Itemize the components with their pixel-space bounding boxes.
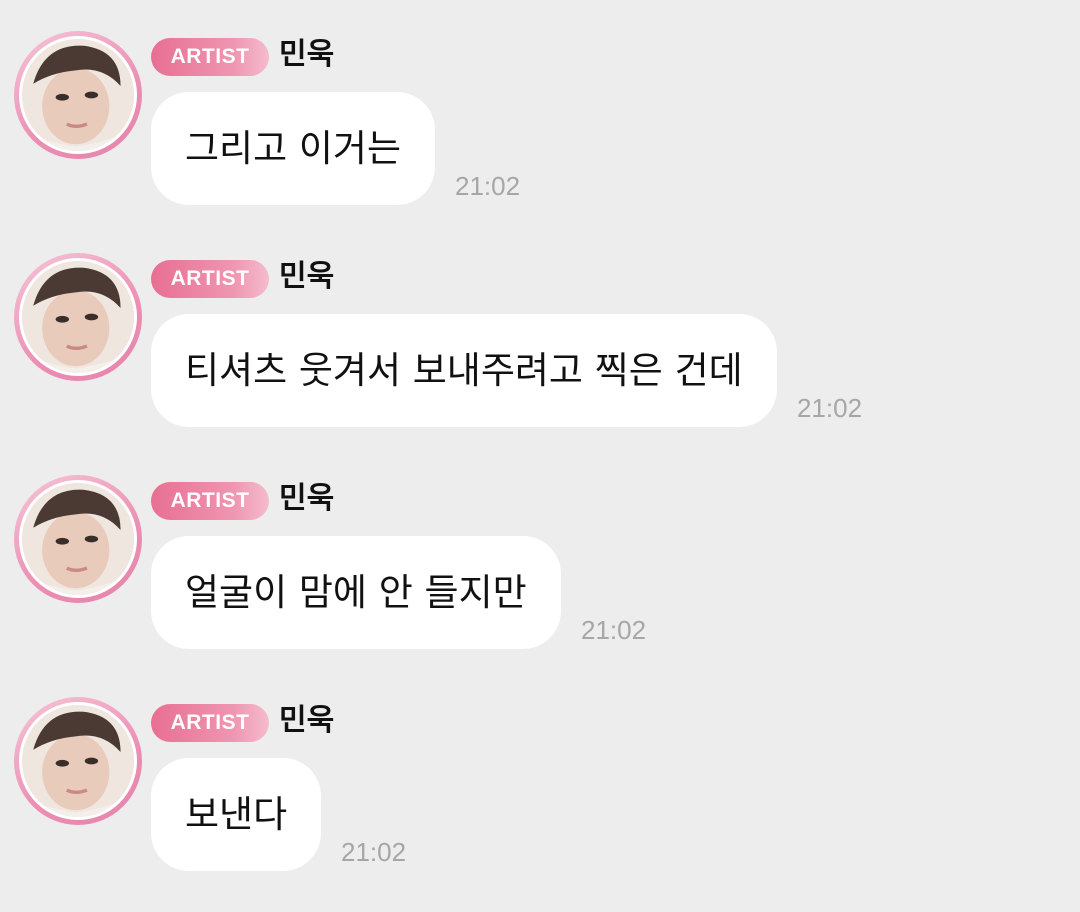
artist-badge: ARTIST	[151, 482, 269, 520]
profile-photo-icon	[22, 39, 134, 151]
message-bubble[interactable]: 얼굴이 맘에 안 들지만	[151, 536, 561, 649]
message-row: ARTIST 민욱 얼굴이 맘에 안 들지만 21:02	[0, 444, 1080, 666]
message-time: 21:02	[341, 837, 407, 867]
artist-badge: ARTIST	[151, 38, 269, 76]
message-bubble[interactable]: 보낸다	[151, 758, 322, 871]
sender-name[interactable]: 민욱	[279, 257, 334, 297]
profile-photo-icon	[22, 483, 134, 595]
message-bubble[interactable]: 그리고 이거는	[151, 92, 436, 205]
message-row: ARTIST 민욱 보낸다 21:02	[0, 666, 1080, 888]
message-time: 21:02	[581, 615, 647, 645]
artist-badge: ARTIST	[151, 704, 269, 742]
avatar[interactable]	[14, 253, 142, 381]
message-row: ARTIST 민욱 티셔츠 웃겨서 보내주려고 찍은 건데 21:02	[0, 222, 1080, 444]
message-row: ARTIST 민욱 그리고 이거는 21:02	[0, 0, 1080, 222]
sender-name[interactable]: 민욱	[279, 35, 334, 75]
avatar[interactable]	[14, 475, 142, 603]
chat-thread: ARTIST 민욱 그리고 이거는 21:02 ARTIST 민욱 티셔츠 웃겨…	[0, 0, 1080, 912]
avatar[interactable]	[14, 697, 142, 825]
profile-photo-icon	[22, 261, 134, 373]
sender-name[interactable]: 민욱	[279, 701, 334, 741]
artist-badge: ARTIST	[151, 260, 269, 298]
message-bubble[interactable]: 티셔츠 웃겨서 보내주려고 찍은 건데	[151, 314, 777, 427]
avatar[interactable]	[14, 31, 142, 159]
sender-name[interactable]: 민욱	[279, 479, 334, 519]
message-time: 21:02	[455, 171, 521, 201]
message-time: 21:02	[797, 393, 863, 423]
profile-photo-icon	[22, 705, 134, 817]
